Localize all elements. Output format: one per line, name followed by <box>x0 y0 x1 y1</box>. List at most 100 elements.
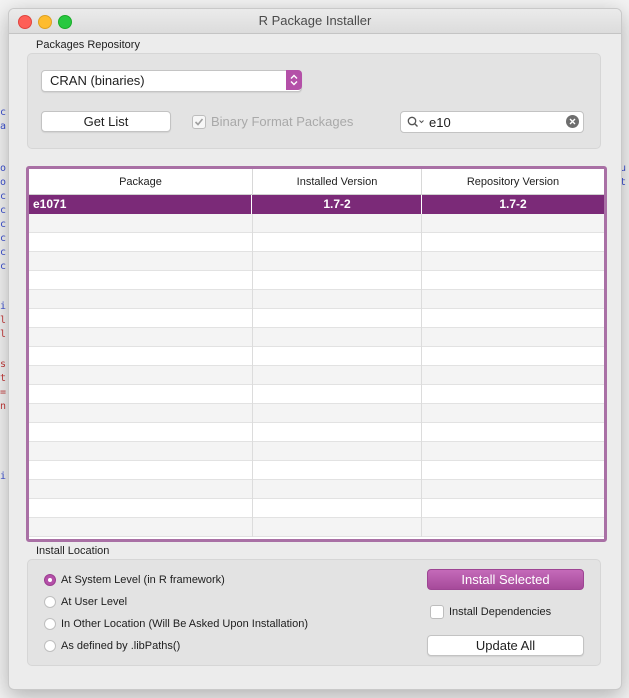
empty-cell <box>253 252 422 271</box>
empty-cell <box>422 518 604 537</box>
table-row[interactable] <box>29 347 604 366</box>
radio-label: In Other Location (Will Be Asked Upon In… <box>61 618 309 630</box>
table-row[interactable] <box>29 309 604 328</box>
background-editor-left: ca <box>0 107 7 132</box>
cell-package: e1071 <box>29 195 252 214</box>
column-header-repository-version[interactable]: Repository Version <box>422 169 604 194</box>
empty-cell <box>422 366 604 385</box>
empty-cell <box>422 480 604 499</box>
empty-cell <box>422 423 604 442</box>
empty-cell <box>422 290 604 309</box>
empty-cell <box>422 214 604 233</box>
cell-installed-version: 1.7-2 <box>253 195 422 214</box>
radio-indicator <box>44 574 56 586</box>
empty-cell <box>422 252 604 271</box>
repository-source-value: CRAN (binaries) <box>50 73 145 88</box>
background-editor-left-6: i <box>0 471 7 482</box>
empty-cell <box>422 233 604 252</box>
table-row[interactable] <box>29 404 604 423</box>
title-bar: R Package Installer <box>9 9 621 34</box>
clear-search-icon[interactable] <box>566 115 579 128</box>
table-row[interactable] <box>29 461 604 480</box>
empty-cell <box>253 233 422 252</box>
package-search-field[interactable]: e10 <box>400 111 584 133</box>
table-row[interactable] <box>29 442 604 461</box>
install-location-group-label: Install Location <box>36 545 110 557</box>
empty-cell <box>253 271 422 290</box>
empty-cell <box>253 214 422 233</box>
table-row[interactable] <box>29 385 604 404</box>
radio-label: At System Level (in R framework) <box>61 574 225 586</box>
radio-indicator <box>44 618 56 630</box>
background-editor-left-5: s t = n <box>0 359 7 412</box>
table-row[interactable] <box>29 366 604 385</box>
table-row[interactable] <box>29 233 604 252</box>
radio-libpaths[interactable]: As defined by .libPaths() <box>44 640 180 652</box>
window-title: R Package Installer <box>258 13 372 28</box>
install-dependencies-checkbox[interactable] <box>430 605 444 619</box>
empty-cell <box>29 290 253 309</box>
empty-cell <box>29 214 253 233</box>
column-header-package[interactable]: Package <box>29 169 253 194</box>
table-row[interactable] <box>29 271 604 290</box>
empty-cell <box>253 309 422 328</box>
empty-cell <box>29 252 253 271</box>
repository-source-select[interactable]: CRAN (binaries) <box>41 70 302 92</box>
package-installer-window: R Package Installer Packages Repository … <box>8 8 622 690</box>
radio-other-location[interactable]: In Other Location (Will Be Asked Upon In… <box>44 618 308 630</box>
empty-cell <box>253 461 422 480</box>
background-editor-left-4: ll <box>0 315 7 340</box>
radio-user-level[interactable]: At User Level <box>44 596 127 608</box>
get-list-button[interactable]: Get List <box>41 111 171 132</box>
empty-cell <box>422 499 604 518</box>
search-value: e10 <box>429 115 451 130</box>
install-dependencies-label: Install Dependencies <box>449 606 552 618</box>
background-editor-left-2: oocccccc <box>0 163 7 272</box>
packages-table[interactable]: Package Installed Version Repository Ver… <box>26 166 607 542</box>
binary-format-checkbox-row[interactable]: Binary Format Packages <box>192 114 353 129</box>
search-icon <box>407 116 425 131</box>
empty-cell <box>253 480 422 499</box>
table-row[interactable] <box>29 290 604 309</box>
table-row[interactable] <box>29 214 604 233</box>
empty-cell <box>253 290 422 309</box>
empty-cell <box>29 404 253 423</box>
empty-cell <box>29 271 253 290</box>
radio-indicator <box>44 596 56 608</box>
empty-cell <box>29 442 253 461</box>
update-all-button[interactable]: Update All <box>427 635 584 656</box>
column-header-installed-version[interactable]: Installed Version <box>253 169 422 194</box>
empty-cell <box>422 328 604 347</box>
repository-group-label: Packages Repository <box>36 39 140 51</box>
radio-indicator <box>44 640 56 652</box>
table-row[interactable] <box>29 252 604 271</box>
select-stepper-icon <box>286 70 302 90</box>
empty-cell <box>29 233 253 252</box>
empty-cell <box>29 328 253 347</box>
empty-cell <box>253 385 422 404</box>
install-selected-button[interactable]: Install Selected <box>427 569 584 590</box>
cell-repository-version: 1.7-2 <box>499 197 527 211</box>
install-dependencies-row[interactable]: Install Dependencies <box>430 605 551 619</box>
empty-cell <box>29 499 253 518</box>
repository-group-box <box>27 53 601 149</box>
table-header: Package Installed Version Repository Ver… <box>29 169 604 195</box>
empty-cell <box>422 271 604 290</box>
table-row[interactable] <box>29 480 604 499</box>
empty-cell <box>29 385 253 404</box>
binary-format-checkbox[interactable] <box>192 114 206 129</box>
empty-cell <box>29 423 253 442</box>
empty-cell <box>253 347 422 366</box>
empty-cell <box>29 347 253 366</box>
table-row[interactable] <box>29 328 604 347</box>
radio-system-level[interactable]: At System Level (in R framework) <box>44 574 225 586</box>
table-row[interactable] <box>29 518 604 537</box>
table-row[interactable] <box>29 423 604 442</box>
empty-cell <box>29 461 253 480</box>
table-row[interactable] <box>29 499 604 518</box>
table-row[interactable]: e1071 1.7-2 1.7-2 <box>29 195 604 214</box>
empty-cell <box>422 442 604 461</box>
radio-label: At User Level <box>61 596 128 608</box>
empty-cell <box>253 404 422 423</box>
binary-format-label: Binary Format Packages <box>211 114 354 129</box>
